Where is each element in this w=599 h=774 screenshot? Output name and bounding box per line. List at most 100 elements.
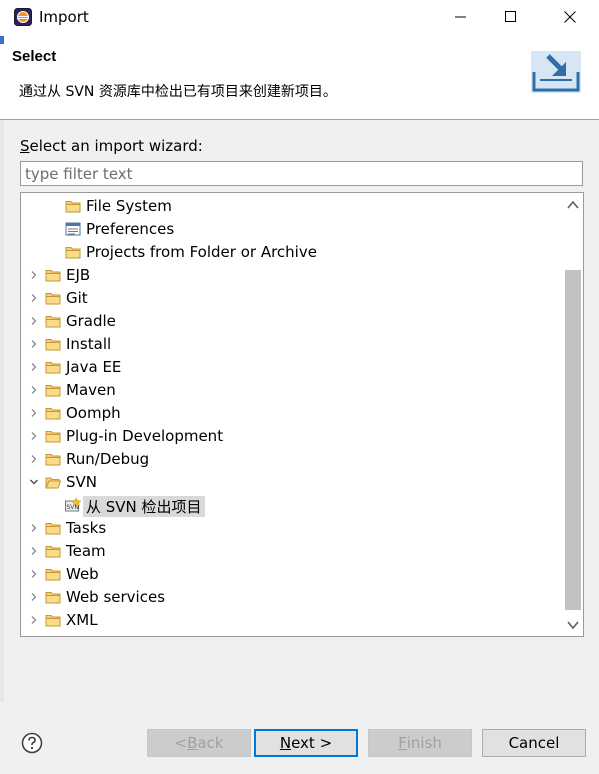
tree-item-preferences[interactable]: Preferences xyxy=(21,218,561,241)
tree-item-tasks[interactable]: Tasks xyxy=(21,517,561,540)
chevron-right-icon[interactable] xyxy=(29,385,39,395)
tree-item-label: Plug-in Development xyxy=(66,427,224,445)
next-button[interactable]: Next > xyxy=(254,729,358,757)
chevron-right-icon[interactable] xyxy=(29,408,39,418)
folder-icon xyxy=(45,406,61,420)
chevron-right-icon[interactable] xyxy=(29,454,39,464)
tree-scrollbar[interactable] xyxy=(563,193,583,636)
tree-item-label: Git xyxy=(66,289,88,307)
background-window-edge xyxy=(0,120,4,702)
tree-item-maven[interactable]: Maven xyxy=(21,379,561,402)
tree-item-web[interactable]: Web xyxy=(21,563,561,586)
close-button[interactable] xyxy=(547,0,593,34)
tree-item-label: Team xyxy=(66,542,106,560)
finish-button[interactable]: Finish xyxy=(368,729,472,757)
maximize-icon xyxy=(505,11,516,22)
tree-item-label: Projects from Folder or Archive xyxy=(86,243,317,261)
chevron-right-icon[interactable] xyxy=(29,339,39,349)
chevron-right-icon[interactable] xyxy=(29,523,39,533)
chevron-right-icon[interactable] xyxy=(29,431,39,441)
tree-item-java-ee[interactable]: Java EE xyxy=(21,356,561,379)
wizard-header: Select 通过从 SVN 资源库中检出已有项目来创建新项目。 xyxy=(0,36,599,120)
tree-item-label: Web services xyxy=(66,588,166,606)
tree-item-projects-from-folder-or-archive[interactable]: Projects from Folder or Archive xyxy=(21,241,561,264)
tree-item-gradle[interactable]: Gradle xyxy=(21,310,561,333)
chevron-right-icon[interactable] xyxy=(29,293,39,303)
tree-item-label: Install xyxy=(66,335,112,353)
scroll-down-arrow-icon[interactable] xyxy=(567,619,579,631)
tree-item-oomph[interactable]: Oomph xyxy=(21,402,561,425)
tree-item-label: EJB xyxy=(66,266,91,284)
chevron-right-icon[interactable] xyxy=(29,316,39,326)
tree-item-label: Gradle xyxy=(66,312,116,330)
minimize-button[interactable] xyxy=(438,0,484,34)
tree-item-file-system[interactable]: File System xyxy=(21,195,561,218)
folder-icon xyxy=(45,383,61,397)
back-button[interactable]: < Back xyxy=(147,729,251,757)
chevron-right-icon[interactable] xyxy=(29,270,39,280)
folder-icon xyxy=(45,567,61,581)
tree-item-label: Java EE xyxy=(66,358,122,376)
maximize-button[interactable] xyxy=(488,0,534,34)
tree-item-git[interactable]: Git xyxy=(21,287,561,310)
wizard-tree[interactable]: File System Preferences Projects from Fold… xyxy=(20,192,584,637)
import-dialog: { "window": { "title": "Import", "minimi… xyxy=(0,0,599,774)
tree-item-run-debug[interactable]: Run/Debug xyxy=(21,448,561,471)
tree-item-install[interactable]: Install xyxy=(21,333,561,356)
folder-icon xyxy=(45,268,61,282)
folder-icon xyxy=(45,429,61,443)
tree-item-ejb[interactable]: EJB xyxy=(21,264,561,287)
folder-icon xyxy=(45,521,61,535)
tree-item-svn[interactable]: SVN 从 SVN 检出项目 xyxy=(21,494,561,517)
scrollbar-thumb[interactable] xyxy=(565,270,581,610)
help-icon[interactable] xyxy=(21,732,43,754)
scroll-up-arrow-icon[interactable] xyxy=(567,199,579,211)
chevron-right-icon[interactable] xyxy=(29,592,39,602)
folder-icon xyxy=(45,452,61,466)
tree-item-label: Tasks xyxy=(66,519,107,537)
wizard-label: Select an import wizard: xyxy=(20,137,203,155)
filter-input[interactable] xyxy=(20,161,583,186)
chevron-right-icon[interactable] xyxy=(29,546,39,556)
tree-item-label: 从 SVN 检出项目 xyxy=(83,496,205,517)
tree-item-plug-in-development[interactable]: Plug-in Development xyxy=(21,425,561,448)
folder-icon xyxy=(65,199,81,213)
import-wizard-banner-icon xyxy=(531,51,581,93)
tree-item-team[interactable]: Team xyxy=(21,540,561,563)
close-icon xyxy=(564,11,576,23)
tree-item-label: File System xyxy=(86,197,172,215)
svn-checkout-icon: SVN xyxy=(65,497,82,512)
folder-icon xyxy=(45,360,61,374)
folder-open-icon xyxy=(45,475,62,489)
folder-icon xyxy=(45,337,61,351)
tree-item-label: Maven xyxy=(66,381,116,399)
tree-item-label: Web xyxy=(66,565,99,583)
tree-item-label: Oomph xyxy=(66,404,121,422)
folder-icon xyxy=(45,291,61,305)
back-button-mnemonic: B xyxy=(187,734,198,752)
page-title: Select xyxy=(12,48,57,65)
tree-item-label: XML xyxy=(66,611,98,629)
chevron-right-icon[interactable] xyxy=(29,569,39,579)
page-description: 通过从 SVN 资源库中检出已有项目来创建新项目。 xyxy=(19,84,337,100)
window-title: Import xyxy=(39,8,89,26)
background-window-edge xyxy=(0,36,4,44)
chevron-right-icon[interactable] xyxy=(29,615,39,625)
finish-button-mnemonic: F xyxy=(398,734,407,752)
tree-item-label: Run/Debug xyxy=(66,450,150,468)
tree-item-xml[interactable]: XML xyxy=(21,609,561,632)
wizard-label-mnemonic: S xyxy=(20,137,30,155)
tree-item-label: SVN xyxy=(66,473,98,491)
minimize-icon xyxy=(455,16,466,18)
cancel-button[interactable]: Cancel xyxy=(482,729,586,757)
tree-item-svn[interactable]: SVN xyxy=(21,471,561,494)
wizard-label-text: elect an import wizard: xyxy=(29,137,203,155)
chevron-right-icon[interactable] xyxy=(29,362,39,372)
next-button-mnemonic: N xyxy=(279,734,292,752)
svg-text:SVN: SVN xyxy=(67,504,79,511)
folder-icon xyxy=(45,314,61,328)
tree-item-web-services[interactable]: Web services xyxy=(21,586,561,609)
preferences-icon xyxy=(65,222,81,236)
folder-icon xyxy=(45,590,61,604)
chevron-down-icon[interactable] xyxy=(29,477,39,487)
